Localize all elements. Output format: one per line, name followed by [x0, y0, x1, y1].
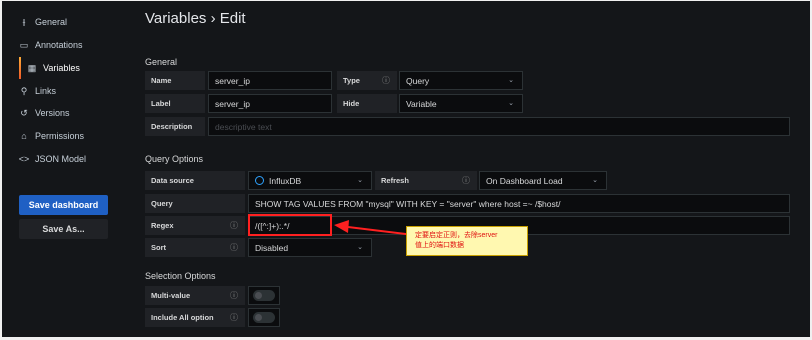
arrow-icon	[334, 220, 415, 236]
annotation-note: 定要启定正则，去除server 值上的端口数据	[406, 226, 528, 256]
app-window: ⫲ General ▭ Annotations ▦ Variables ⚲ Li…	[2, 1, 810, 337]
